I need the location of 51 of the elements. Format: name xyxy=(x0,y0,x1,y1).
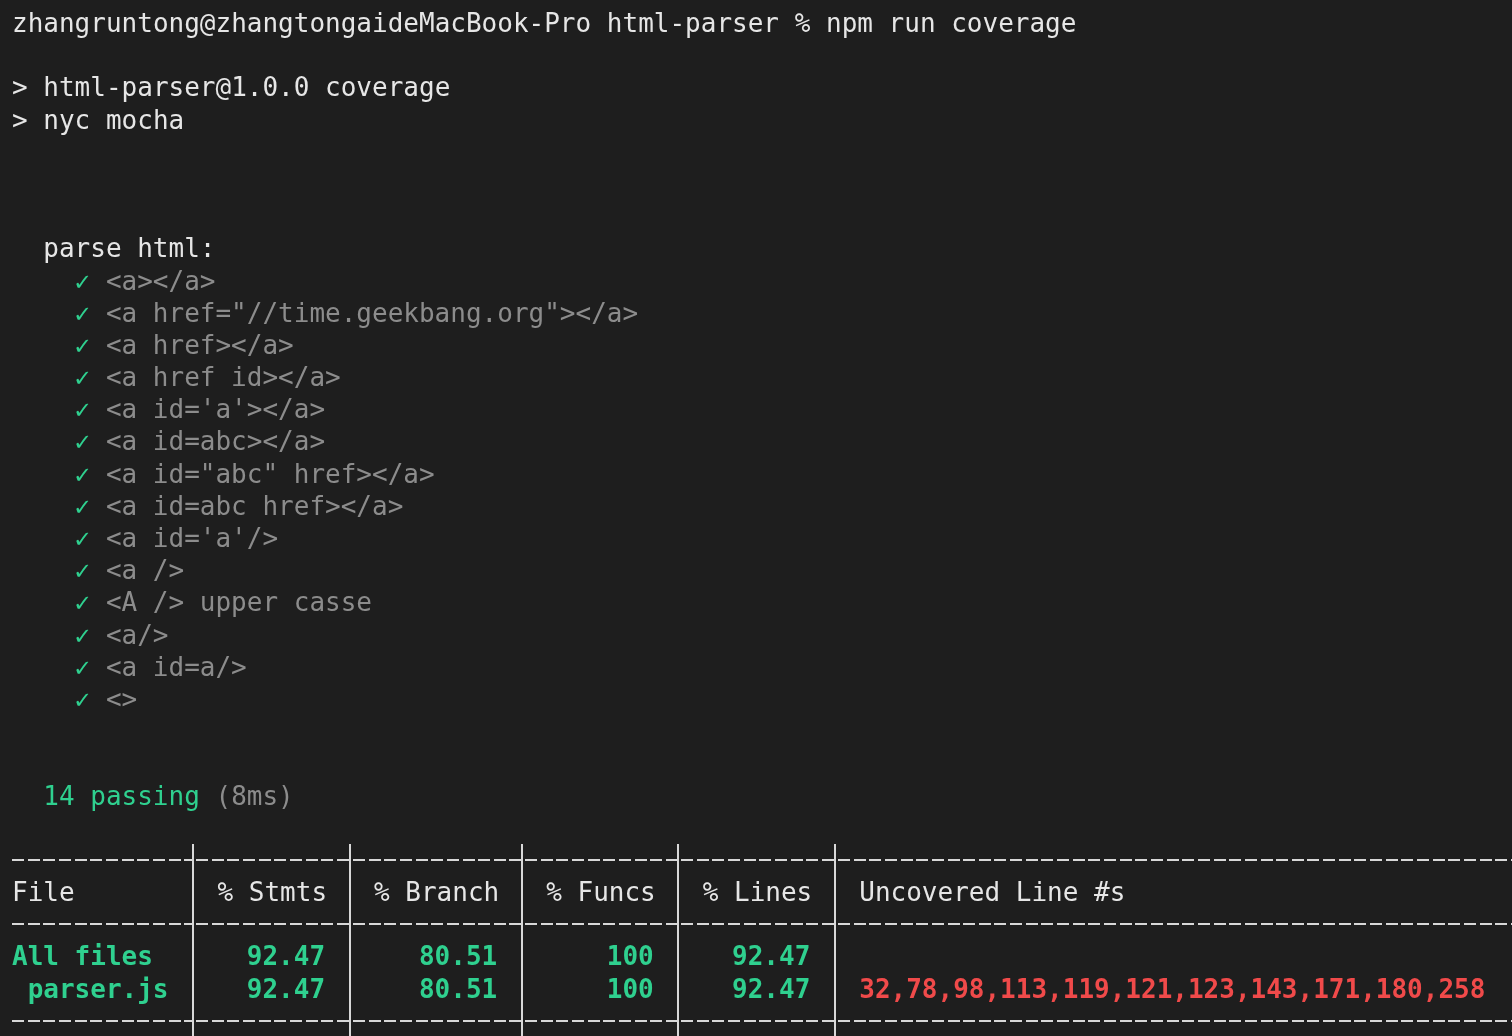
column-header: % Stmts xyxy=(217,877,328,908)
test-name: <a href id></a> xyxy=(105,361,341,394)
check-mark: ✓ xyxy=(74,650,91,683)
check-mark: ✓ xyxy=(74,425,91,458)
check-mark: ✓ xyxy=(74,296,91,329)
check-mark: ✓ xyxy=(74,264,91,297)
test-name: <a id='a'/> xyxy=(105,522,279,555)
test-name: <a id=abc></a> xyxy=(105,425,326,458)
test-name: <A /> upper casse xyxy=(105,586,372,619)
test-name: <> xyxy=(105,682,138,716)
script-line: > html-parser@1.0.0 coverage xyxy=(12,71,451,104)
check-mark: ✓ xyxy=(74,457,91,490)
column-header: Uncovered Line #s xyxy=(859,877,1126,908)
test-name: <a id=abc href></a> xyxy=(105,489,404,523)
check-mark: ✓ xyxy=(74,682,91,716)
check-mark: ✓ xyxy=(74,618,91,651)
test-name: <a /> xyxy=(105,554,185,587)
suite-title: parse html: xyxy=(43,232,216,265)
check-mark: ✓ xyxy=(74,328,91,362)
test-name: <a></a> xyxy=(105,264,216,297)
check-mark: ✓ xyxy=(74,489,91,523)
table-cell: 80.51 xyxy=(418,973,498,1004)
column-header: File xyxy=(12,877,75,908)
duration: (8ms) xyxy=(215,779,294,812)
passing-count: 14 passing xyxy=(43,779,200,812)
check-mark: ✓ xyxy=(74,586,91,619)
table-cell: 92.47 xyxy=(732,941,811,972)
test-name: <a href></a> xyxy=(105,328,294,362)
table-cell: 32,78,98,113,119,121,123,143,171,180,258 xyxy=(859,973,1486,1004)
test-name: <a id="abc" href></a> xyxy=(105,457,435,490)
table-cell: 92.47 xyxy=(246,941,326,972)
test-name: <a id=a/> xyxy=(105,650,247,683)
check-mark: ✓ xyxy=(74,522,91,555)
table-cell: parser.js xyxy=(27,973,169,1004)
script-line: > nyc mocha xyxy=(12,103,185,136)
table-cell: 80.51 xyxy=(418,941,498,972)
test-name: <a href="//time.geekbang.org"></a> xyxy=(105,296,639,329)
table-cell: All files xyxy=(12,941,153,972)
check-mark: ✓ xyxy=(74,554,91,587)
check-mark: ✓ xyxy=(74,393,91,426)
table-cell: 92.47 xyxy=(732,973,811,1004)
column-header: % Lines xyxy=(702,877,813,908)
check-mark: ✓ xyxy=(74,361,91,394)
table-cell: 100 xyxy=(606,973,654,1004)
column-header: % Branch xyxy=(374,877,500,908)
table-cell: 92.47 xyxy=(246,973,326,1004)
test-name: <a/> xyxy=(105,618,169,651)
shell-prompt: zhangruntong@zhangtongaideMacBook-Pro html-parser % npm run coverage xyxy=(12,7,1077,40)
test-name: <a id='a'></a> xyxy=(105,393,326,426)
table-cell: 100 xyxy=(606,941,654,972)
column-header: % Funcs xyxy=(546,877,656,908)
